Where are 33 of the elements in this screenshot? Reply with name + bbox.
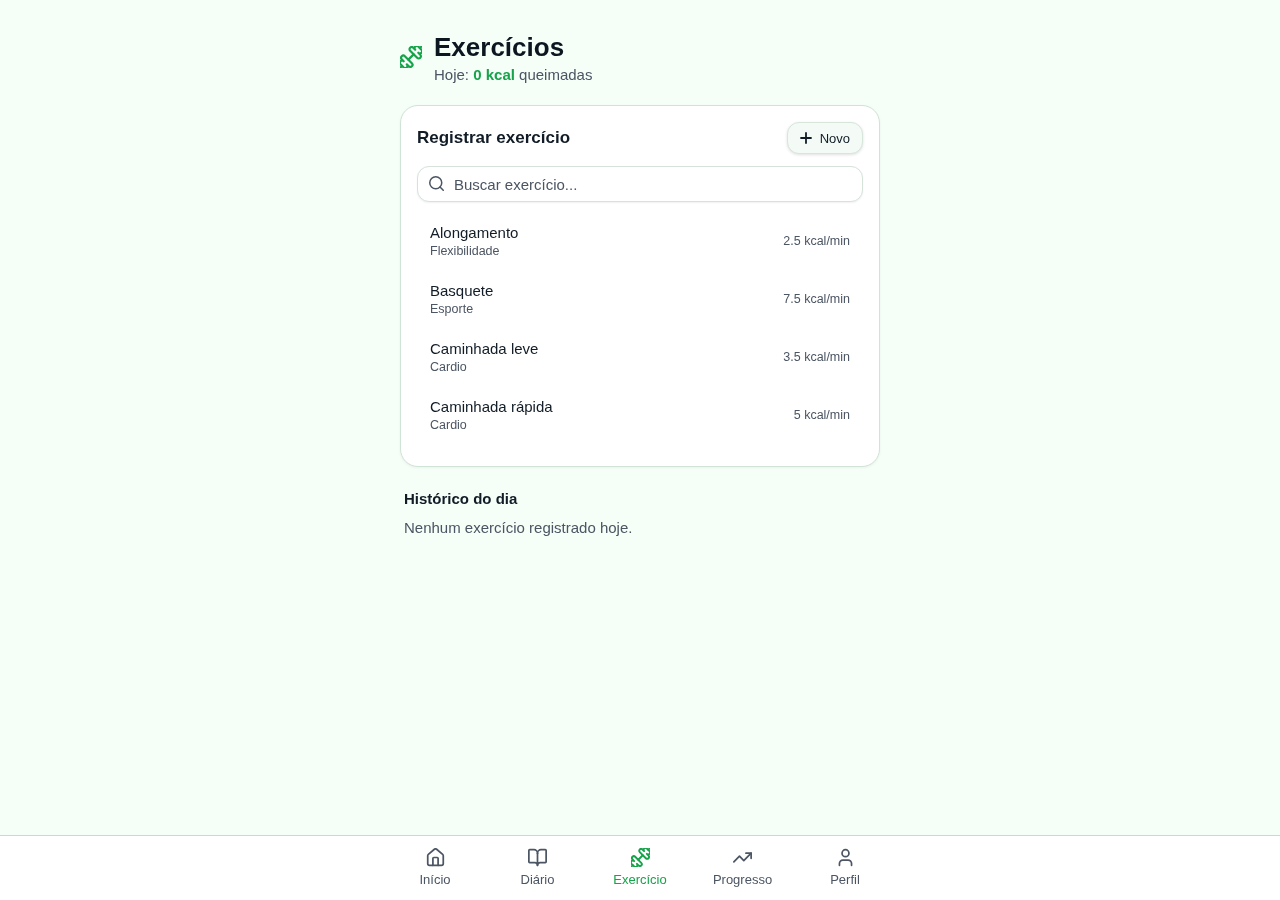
card-title: Registrar exercício: [417, 128, 571, 148]
section-title: Histórico do dia: [404, 489, 519, 509]
open-book-icon: [528, 848, 547, 867]
nav-tab[interactable]: Progresso: [691, 836, 794, 900]
page-title: Exercícios: [434, 32, 566, 62]
exercise-item[interactable]: Basquete Esporte 7.5 kcal/min: [417, 270, 863, 328]
search-field[interactable]: Buscar exercício...: [417, 166, 863, 202]
exercise-category: Cardio: [430, 417, 468, 433]
exercise-name: Alongamento: [430, 223, 519, 243]
exercise-item[interactable]: Alongamento Flexibilidade 2.5 kcal/min: [417, 212, 863, 270]
exercise-category: Cardio: [430, 359, 468, 375]
exercise-name: Caminhada rápida: [430, 397, 553, 417]
new-button[interactable]: Novo: [786, 122, 863, 154]
exercise-item[interactable]: Caminhada rápida Cardio 5 kcal/min: [417, 386, 863, 444]
exercise-category: Esporte: [430, 301, 475, 317]
dumbbell-icon: [400, 46, 422, 68]
plus-icon: [799, 132, 812, 144]
exercise-name: Basquete: [430, 281, 494, 301]
nav-tab[interactable]: Início: [383, 836, 487, 900]
nav-tab[interactable]: Perfil: [793, 836, 897, 900]
empty-message: Nenhum exercício registrado hoje.: [404, 518, 634, 538]
exercise-category: Flexibilidade: [430, 243, 501, 259]
calorie-rate: 2.5 kcal/min: [783, 234, 850, 248]
nav-tab[interactable]: Diário: [486, 836, 589, 900]
search-icon: [429, 176, 444, 191]
calorie-rate: 3.5 kcal/min: [783, 350, 850, 364]
home-icon: [425, 848, 445, 867]
exercise-name: Caminhada leve: [430, 339, 539, 359]
calorie-rate: 7.5 kcal/min: [783, 292, 850, 306]
calories-summary: Hoje: 0 kcal queimadas: [434, 65, 593, 85]
exercise-item[interactable]: Caminhada leve Cardio 3.5 kcal/min: [417, 328, 863, 386]
dumbbell-icon: [630, 848, 650, 867]
calorie-rate: 5 kcal/min: [793, 408, 850, 422]
